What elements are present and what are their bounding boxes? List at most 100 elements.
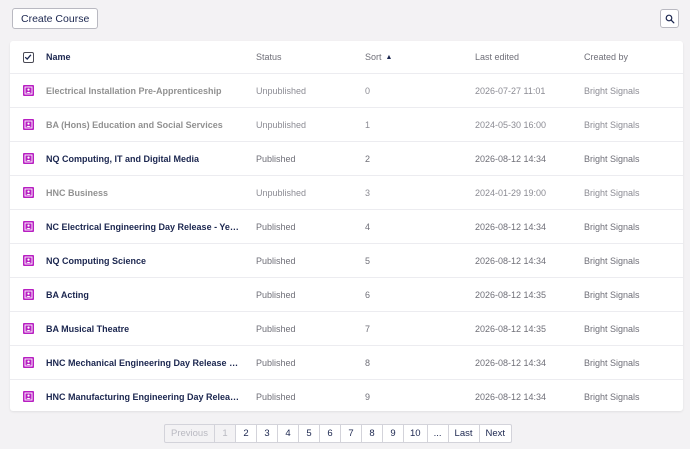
table-row[interactable]: BA Musical Theatre Published 7 2026-08-12 1…	[10, 312, 683, 346]
table-row[interactable]: NQ Computing, IT and Digital Media Publis…	[10, 142, 683, 176]
course-name: NQ Computing, IT and Digital Media	[46, 153, 199, 164]
course-name: HNC Mechanical Engineering Day Release -…	[46, 357, 241, 368]
pagination-previous: Previous	[164, 424, 215, 443]
course-last-edited: 2026-07-27 11:01	[475, 85, 546, 96]
course-page-icon	[22, 119, 34, 130]
row-type-cell	[18, 312, 38, 345]
course-page-icon	[22, 187, 34, 198]
row-name-cell[interactable]: NC Electrical Engineering Day Release - …	[46, 210, 241, 243]
row-name-cell[interactable]: HNC Mechanical Engineering Day Release -…	[46, 346, 241, 379]
course-status: Published	[256, 391, 296, 402]
pagination-7[interactable]: 7	[340, 424, 362, 443]
course-last-edited: 2024-01-29 19:00	[475, 187, 547, 198]
check-icon	[24, 54, 32, 61]
table-row[interactable]: Electrical Installation Pre-Apprenticesh…	[10, 74, 683, 108]
course-sort: 5	[365, 255, 371, 266]
pagination-2[interactable]: 2	[235, 424, 257, 443]
search-icon	[665, 14, 674, 23]
course-created-by: Bright Signals	[584, 289, 640, 300]
course-sort: 6	[365, 289, 371, 300]
course-sort: 8	[365, 357, 371, 368]
course-last-edited: 2024-05-30 16:00	[475, 119, 547, 130]
course-sort: 2	[365, 153, 371, 164]
pagination: Previous 1 2 3 4 5 6 7 8 9 10... Last Next	[164, 424, 513, 443]
table-row[interactable]: NC Electrical Engineering Day Release - …	[10, 210, 683, 244]
row-type-cell	[18, 346, 38, 379]
row-name-cell[interactable]: BA Musical Theatre	[46, 312, 241, 345]
search-button[interactable]	[660, 9, 679, 28]
row-name-cell[interactable]: Electrical Installation Pre-Apprenticesh…	[46, 74, 241, 107]
pagination-ellipsis: ...	[427, 424, 449, 443]
row-name-cell[interactable]: HNC Manufacturing Engineering Day Releas…	[46, 380, 241, 411]
course-last-edited: 2026-08-12 14:34	[475, 357, 547, 368]
course-sort: 7	[365, 323, 371, 334]
course-created-by: Bright Signals	[584, 357, 640, 368]
create-course-button[interactable]: Create Course	[12, 8, 99, 29]
header-sort-label: Sort	[365, 52, 382, 62]
course-last-edited: 2026-08-12 14:34	[475, 391, 547, 402]
course-page-icon	[22, 357, 34, 368]
header-sort[interactable]: Sort ▲	[365, 41, 465, 73]
pagination-1: 1	[214, 424, 236, 443]
row-name-cell[interactable]: NQ Computing Science	[46, 244, 241, 277]
header-name[interactable]: Name	[46, 41, 241, 73]
course-last-edited: 2026-08-12 14:35	[475, 289, 547, 300]
pagination-8[interactable]: 8	[361, 424, 383, 443]
row-name-cell[interactable]: BA Acting	[46, 278, 241, 311]
pagination-9[interactable]: 9	[382, 424, 404, 443]
table-row[interactable]: NQ Computing Science Published 5 2026-08-12…	[10, 244, 683, 278]
pagination-6[interactable]: 6	[319, 424, 341, 443]
course-last-edited: 2026-08-12 14:34	[475, 221, 547, 232]
course-page-icon	[22, 391, 34, 402]
pagination-5[interactable]: 5	[298, 424, 320, 443]
course-status: Published	[256, 357, 296, 368]
course-status: Published	[256, 323, 296, 334]
row-type-cell	[18, 108, 38, 141]
pagination-last[interactable]: Last	[448, 424, 480, 443]
course-status: Published	[256, 289, 296, 300]
course-last-edited: 2026-08-12 14:35	[475, 323, 547, 334]
header-status: Status	[256, 52, 282, 62]
course-page-icon	[22, 289, 34, 300]
select-all-checkbox[interactable]	[22, 51, 34, 63]
course-name: BA (Hons) Education and Social Services	[46, 119, 223, 130]
table-row[interactable]: BA (Hons) Education and Social Services U…	[10, 108, 683, 142]
course-created-by: Bright Signals	[584, 221, 640, 232]
course-name: Electrical Installation Pre-Apprenticesh…	[46, 85, 222, 96]
row-type-cell	[18, 176, 38, 209]
course-status: Unpublished	[256, 85, 307, 96]
row-type-cell	[18, 380, 38, 411]
course-page-icon	[22, 85, 34, 96]
table-row[interactable]: BA Acting Published 6 2026-08-12 14:35 Brigh…	[10, 278, 683, 312]
course-name: HNC Business	[46, 187, 109, 198]
course-sort: 3	[365, 187, 371, 198]
row-name-cell[interactable]: HNC Business	[46, 176, 241, 209]
pagination-10[interactable]: 10	[403, 424, 428, 443]
table-row[interactable]: HNC Business Unpublished 3 2024-01-29 19:00…	[10, 176, 683, 210]
header-created-by[interactable]: Created by	[584, 41, 683, 73]
row-type-cell	[18, 210, 38, 243]
table-row[interactable]: HNC Manufacturing Engineering Day Releas…	[10, 380, 683, 411]
row-name-cell[interactable]: BA (Hons) Education and Social Services	[46, 108, 241, 141]
course-name: BA Acting	[46, 289, 89, 300]
course-name: NC Electrical Engineering Day Release - …	[46, 221, 241, 232]
course-name: HNC Manufacturing Engineering Day Releas…	[46, 391, 241, 402]
course-page-icon	[22, 323, 34, 334]
course-last-edited: 2026-08-12 14:34	[475, 153, 547, 164]
table-row[interactable]: HNC Mechanical Engineering Day Release -…	[10, 346, 683, 380]
course-page-icon	[22, 153, 34, 164]
course-table: Name Status Sort ▲ Last edited Created b…	[10, 41, 683, 411]
course-created-by: Bright Signals	[584, 255, 640, 266]
row-name-cell[interactable]: NQ Computing, IT and Digital Media	[46, 142, 241, 175]
pagination-4[interactable]: 4	[277, 424, 299, 443]
course-name: NQ Computing Science	[46, 255, 147, 266]
course-created-by: Bright Signals	[584, 119, 640, 130]
course-created-by: Bright Signals	[584, 153, 640, 164]
course-sort: 9	[365, 391, 371, 402]
pagination-next[interactable]: Next	[479, 424, 513, 443]
pagination-3[interactable]: 3	[256, 424, 278, 443]
course-status: Unpublished	[256, 119, 307, 130]
course-created-by: Bright Signals	[584, 391, 640, 402]
header-last-edited[interactable]: Last edited	[475, 41, 580, 73]
course-status: Published	[256, 221, 296, 232]
